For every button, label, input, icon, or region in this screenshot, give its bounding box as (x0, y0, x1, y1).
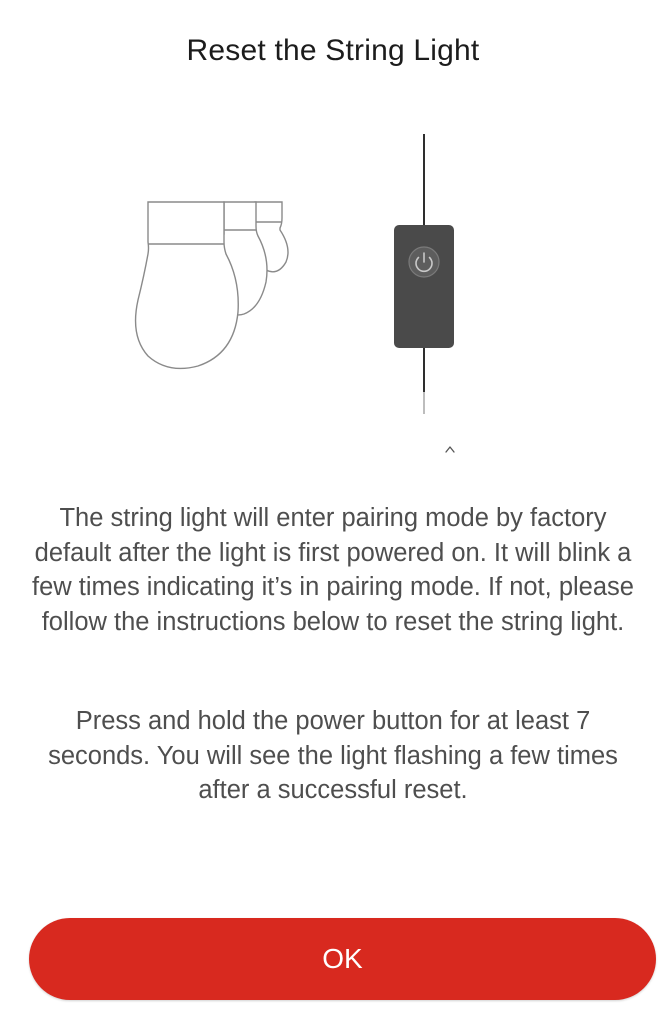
chevron-up-icon (445, 446, 455, 453)
power-controller-icon (394, 134, 454, 414)
ok-button[interactable]: OK (29, 918, 656, 1000)
string-light-bulbs-icon (134, 201, 289, 370)
pairing-instructions-text: The string light will enter pairing mode… (32, 504, 634, 636)
power-icon (408, 246, 440, 278)
reset-illustration (0, 130, 666, 470)
ok-button-label: OK (322, 943, 363, 974)
reset-instructions-text: Press and hold the power button for at l… (48, 707, 618, 804)
page-title: Reset the String Light (186, 34, 480, 67)
